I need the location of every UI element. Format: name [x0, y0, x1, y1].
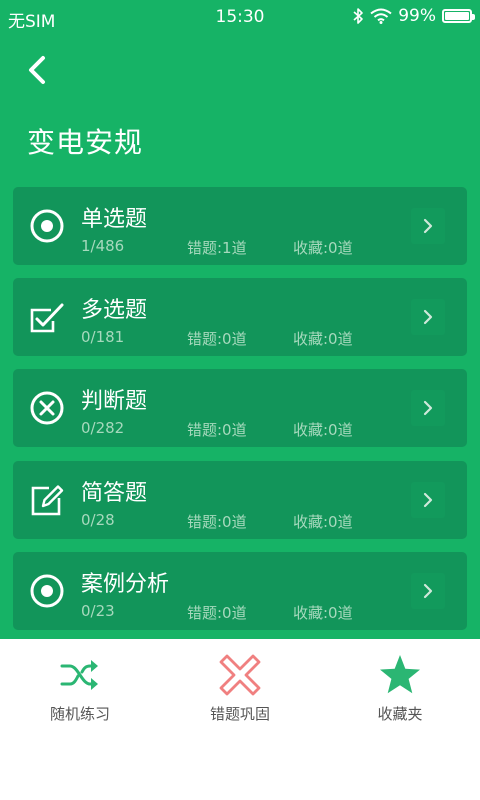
card-wrong-count: 错题:0道	[187, 421, 247, 439]
status-indicators: 99%	[352, 6, 475, 26]
card-wrong-count: 错题:0道	[187, 604, 247, 622]
card-arrow-button[interactable]	[411, 573, 445, 609]
tab-label: 错题巩固	[209, 705, 270, 723]
edit-pencil-icon	[31, 485, 64, 516]
circle-x-icon	[30, 391, 64, 425]
tab-label: 随机练习	[49, 705, 110, 723]
card-progress: 0/23	[81, 602, 115, 620]
back-button[interactable]	[18, 50, 58, 90]
star-icon	[380, 655, 420, 694]
card-title: 判断题	[81, 389, 148, 414]
battery-percent: 99%	[398, 6, 436, 26]
category-card-multiple-choice[interactable]: 多选题 0/181 错题:0道 收藏:0道	[13, 278, 467, 356]
chevron-right-icon	[423, 583, 433, 599]
category-card-short-answer[interactable]: 简答题 0/28 错题:0道 收藏:0道	[13, 461, 467, 539]
card-favorite-count: 收藏:0道	[293, 604, 353, 622]
tab-random-practice[interactable]: 随机练习	[0, 653, 160, 724]
card-progress: 1/486	[81, 237, 125, 255]
card-title: 简答题	[81, 481, 148, 506]
card-progress: 0/282	[81, 419, 125, 437]
category-card-case-analysis[interactable]: 案例分析 0/23 错题:0道 收藏:0道	[13, 552, 467, 630]
card-title: 案例分析	[81, 572, 170, 597]
card-favorite-count: 收藏:0道	[293, 239, 353, 257]
checkbox-checked-icon	[30, 303, 64, 333]
card-arrow-button[interactable]	[411, 390, 445, 426]
tab-wrong-review[interactable]: 错题巩固	[160, 653, 320, 724]
card-arrow-button[interactable]	[411, 482, 445, 518]
bottom-tab-bar: 随机练习 错题巩固 收藏夹	[0, 639, 480, 800]
battery-icon	[442, 9, 475, 23]
category-card-true-false[interactable]: 判断题 0/282 错题:0道 收藏:0道	[13, 369, 467, 447]
chevron-right-icon	[423, 492, 433, 508]
page-title: 变电安规	[27, 126, 144, 159]
card-title: 单选题	[81, 207, 148, 232]
card-arrow-button[interactable]	[411, 208, 445, 244]
chevron-left-icon	[29, 56, 45, 84]
chevron-right-icon	[423, 400, 433, 416]
card-favorite-count: 收藏:0道	[293, 330, 353, 348]
card-wrong-count: 错题:0道	[187, 330, 247, 348]
tab-label: 收藏夹	[377, 705, 423, 723]
status-bar: 无SIM 15:30 99%	[0, 0, 480, 32]
chevron-right-icon	[423, 309, 433, 325]
card-arrow-button[interactable]	[411, 299, 445, 335]
card-wrong-count: 错题:1道	[187, 239, 247, 257]
tab-favorites[interactable]: 收藏夹	[320, 653, 480, 724]
battery-fill	[445, 12, 469, 20]
card-wrong-count: 错题:0道	[187, 513, 247, 531]
bluetooth-icon	[353, 8, 364, 24]
chevron-right-icon	[423, 218, 433, 234]
radio-target-icon	[30, 574, 64, 608]
card-favorite-count: 收藏:0道	[293, 513, 353, 531]
card-progress: 0/28	[81, 511, 115, 529]
card-title: 多选题	[81, 298, 148, 323]
radio-target-icon	[30, 209, 64, 243]
card-progress: 0/181	[81, 328, 125, 346]
battery-tip	[472, 14, 475, 20]
shuffle-icon	[60, 660, 98, 690]
card-favorite-count: 收藏:0道	[293, 421, 353, 439]
wifi-icon	[370, 8, 392, 24]
cross-icon	[219, 654, 261, 696]
category-card-single-choice[interactable]: 单选题 1/486 错题:1道 收藏:0道	[13, 187, 467, 265]
